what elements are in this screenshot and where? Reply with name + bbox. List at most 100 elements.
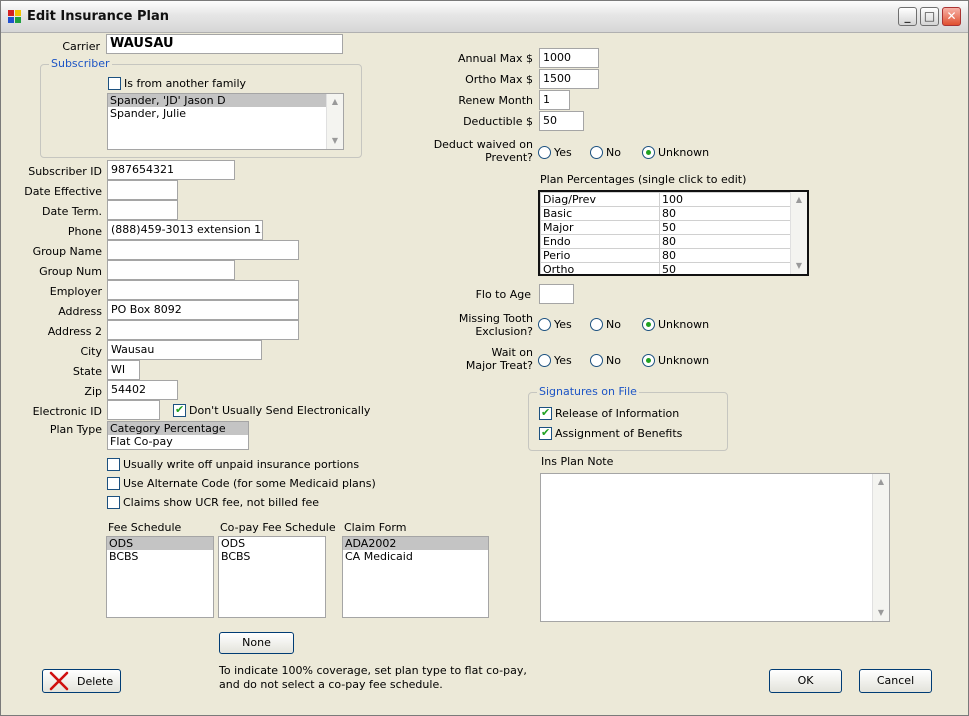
scroll-down-icon[interactable]: ▼ [327, 133, 343, 149]
ins-plan-note-textarea[interactable]: ▲ ▼ [540, 473, 890, 622]
maximize-button[interactable]: □ [920, 7, 939, 26]
coverage-note-line-1: To indicate 100% coverage, set plan type… [219, 664, 527, 677]
list-item[interactable]: Category Percentage [108, 422, 248, 435]
plan-type-list[interactable]: Category Percentage Flat Co-pay [107, 421, 249, 450]
percent-cell[interactable]: 80 [659, 234, 793, 249]
employer-field[interactable] [107, 280, 299, 300]
list-item[interactable]: BCBS [107, 550, 213, 563]
wait-major-yes-radio[interactable] [538, 354, 551, 367]
list-item[interactable]: ODS [107, 537, 213, 550]
delete-button[interactable]: Delete [42, 669, 121, 693]
electronic-id-field[interactable] [107, 400, 160, 420]
fee-schedule-list[interactable]: ODS BCBS [106, 536, 214, 618]
alternate-code-checkbox[interactable] [107, 477, 120, 490]
copay-schedule-list[interactable]: ODS BCBS [218, 536, 326, 618]
signatures-group: Signatures on File [528, 385, 728, 451]
another-family-checkbox[interactable] [108, 77, 121, 90]
state-field[interactable]: WI [107, 360, 140, 380]
missing-tooth-label-2: Exclusion? [475, 325, 533, 338]
category-cell[interactable]: Ortho [540, 262, 660, 274]
ortho-max-field[interactable]: 1500 [539, 69, 599, 89]
deduct-waived-no-radio[interactable] [590, 146, 603, 159]
wait-major-unknown-radio[interactable] [642, 354, 655, 367]
ucr-fee-checkbox[interactable] [107, 496, 120, 509]
scroll-down-icon[interactable]: ▼ [791, 258, 807, 274]
scrollbar[interactable]: ▲ ▼ [326, 94, 343, 149]
subscriber-id-field[interactable]: 987654321 [107, 160, 235, 180]
scroll-up-icon[interactable]: ▲ [327, 94, 343, 110]
percent-cell[interactable]: 100 [659, 192, 793, 207]
list-item[interactable]: Spander, 'JD' Jason D [108, 94, 326, 107]
plan-percentages-grid[interactable]: Diag/Prev 100 Basic 80 Major 50 Endo 80 Perio 80 O… [538, 190, 809, 276]
cancel-button[interactable]: Cancel [859, 669, 932, 693]
claim-form-label: Claim Form [344, 521, 407, 534]
subscriber-group-title: Subscriber [49, 57, 112, 70]
scrollbar[interactable]: ▲ ▼ [872, 474, 889, 621]
percent-cell[interactable]: 50 [659, 220, 793, 235]
list-item[interactable]: Flat Co-pay [108, 435, 248, 448]
address2-field[interactable] [107, 320, 299, 340]
percent-cell[interactable]: 50 [659, 262, 793, 274]
minimize-button[interactable]: _ [898, 7, 917, 26]
release-info-checkbox[interactable] [539, 406, 552, 420]
scroll-down-icon[interactable]: ▼ [873, 605, 889, 621]
annual-max-field[interactable]: 1000 [539, 48, 599, 68]
category-cell[interactable]: Major [540, 220, 660, 235]
none-button[interactable]: None [219, 632, 294, 654]
table-row[interactable]: Major 50 [540, 220, 793, 235]
close-button[interactable]: ✕ [942, 7, 961, 26]
wait-major-yes-label: Yes [554, 354, 572, 367]
list-item[interactable]: ADA2002 [343, 537, 488, 550]
zip-field[interactable]: 54402 [107, 380, 178, 400]
list-item[interactable]: ODS [219, 537, 325, 550]
group-name-field[interactable] [107, 240, 299, 260]
category-cell[interactable]: Endo [540, 234, 660, 249]
carrier-label: Carrier [62, 40, 100, 53]
scroll-up-icon[interactable]: ▲ [791, 192, 807, 208]
delete-button-label: Delete [77, 675, 114, 688]
renew-month-field[interactable]: 1 [539, 90, 570, 110]
address-field[interactable]: PO Box 8092 [107, 300, 299, 320]
table-row[interactable]: Diag/Prev 100 [540, 192, 793, 207]
table-row[interactable]: Endo 80 [540, 234, 793, 249]
missing-tooth-no-radio[interactable] [590, 318, 603, 331]
scroll-up-icon[interactable]: ▲ [873, 474, 889, 490]
scrollbar[interactable]: ▲ ▼ [790, 192, 807, 274]
category-cell[interactable]: Basic [540, 206, 660, 221]
list-item[interactable]: BCBS [219, 550, 325, 563]
write-off-checkbox[interactable] [107, 458, 120, 471]
wait-major-unknown-label: Unknown [658, 354, 710, 367]
dont-send-electronically-checkbox[interactable] [173, 403, 186, 417]
deduct-waived-yes-radio[interactable] [538, 146, 551, 159]
table-row[interactable]: Basic 80 [540, 206, 793, 221]
percent-cell[interactable]: 80 [659, 248, 793, 263]
deduct-waived-unknown-radio[interactable] [642, 146, 655, 159]
group-num-field[interactable] [107, 260, 235, 280]
city-field[interactable]: Wausau [107, 340, 262, 360]
date-effective-field[interactable] [107, 180, 178, 200]
deduct-waived-label-2: Prevent? [485, 151, 533, 164]
wait-major-no-radio[interactable] [590, 354, 603, 367]
percent-cell[interactable]: 80 [659, 206, 793, 221]
missing-tooth-unknown-radio[interactable] [642, 318, 655, 331]
category-cell[interactable]: Diag/Prev [540, 192, 660, 207]
plan-type-label: Plan Type [49, 423, 102, 436]
list-item[interactable]: Spander, Julie [108, 107, 343, 120]
category-cell[interactable]: Perio [540, 248, 660, 263]
ok-button[interactable]: OK [769, 669, 842, 693]
table-row[interactable]: Ortho 50 [540, 262, 793, 274]
flo-to-age-field[interactable] [539, 284, 574, 304]
list-item[interactable]: CA Medicaid [343, 550, 488, 563]
missing-tooth-yes-radio[interactable] [538, 318, 551, 331]
claim-form-list[interactable]: ADA2002 CA Medicaid [342, 536, 489, 618]
carrier-field[interactable]: WAUSAU [106, 34, 343, 54]
renew-month-label: Renew Month [458, 94, 533, 107]
deductible-field[interactable]: 50 [539, 111, 584, 131]
assignment-benefits-checkbox[interactable] [539, 426, 552, 440]
electronic-id-label: Electronic ID [32, 405, 102, 418]
phone-field[interactable]: (888)459-3013 extension 123 [107, 220, 263, 240]
date-term-field[interactable] [107, 200, 178, 220]
subscriber-list[interactable]: Spander, 'JD' Jason D Spander, Julie ▲ ▼ [107, 93, 344, 150]
table-row[interactable]: Perio 80 [540, 248, 793, 263]
title-bar[interactable]: Edit Insurance Plan _ □ ✕ [1, 1, 968, 33]
